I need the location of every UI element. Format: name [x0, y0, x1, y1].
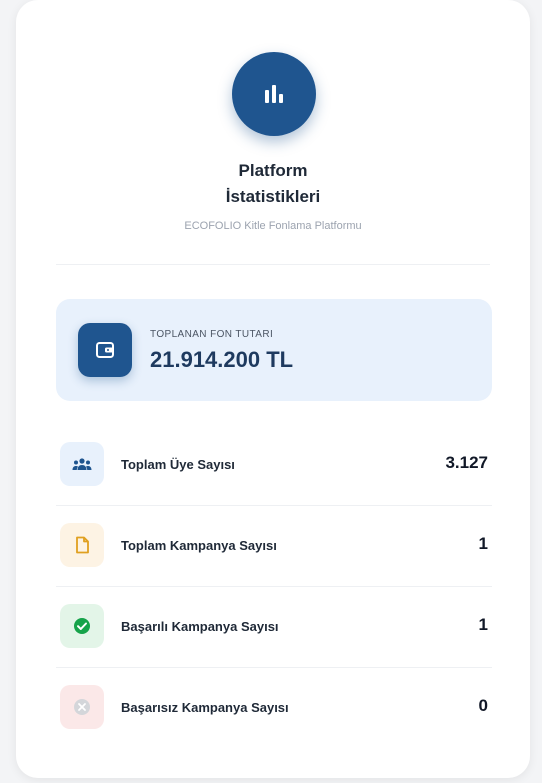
stat-value-campaigns: 1 [478, 534, 488, 553]
stat-label-successful: Başarılı Kampanya Sayısı [121, 619, 279, 634]
stat-row-campaigns: Toplam Kampanya Sayısı 1 [56, 506, 492, 587]
fund-value: 21.914.200 TL [150, 347, 294, 372]
stat-label-members: Toplam Üye Sayısı [121, 457, 235, 472]
platform-stats-card: Platform İstatistikleri ECOFOLIO Kitle F… [16, 0, 530, 778]
title-line-2: İstatistikleri [225, 187, 321, 206]
x-circle-icon [60, 685, 104, 729]
users-icon [60, 442, 104, 486]
fund-label: TOPLANAN FON TUTARI [150, 329, 274, 340]
fund-summary: TOPLANAN FON TUTARI 21.914.200 TL [56, 299, 492, 401]
stat-value-members: 3.127 [445, 453, 488, 472]
wallet-icon [78, 323, 132, 377]
check-circle-icon [60, 604, 104, 648]
stats-list: Toplam Üye Sayısı 3.127 Toplam Kampanya … [56, 425, 492, 748]
divider [56, 264, 490, 265]
stat-value-successful: 1 [478, 615, 488, 634]
bar-chart-icon [232, 52, 316, 136]
stat-value-failed: 0 [478, 696, 488, 715]
stat-row-failed: Başarısız Kampanya Sayısı 0 [56, 668, 492, 748]
page-title: Platform İstatistikleri [16, 158, 530, 210]
stat-label-campaigns: Toplam Kampanya Sayısı [121, 538, 277, 553]
page-subtitle: ECOFOLIO Kitle Fonlama Platformu [184, 220, 362, 232]
stat-label-failed: Başarısız Kampanya Sayısı [121, 700, 289, 715]
stat-row-members: Toplam Üye Sayısı 3.127 [56, 425, 492, 506]
stat-row-successful: Başarılı Kampanya Sayısı 1 [56, 587, 492, 668]
document-icon [60, 523, 104, 567]
title-line-1: Platform [238, 161, 308, 180]
